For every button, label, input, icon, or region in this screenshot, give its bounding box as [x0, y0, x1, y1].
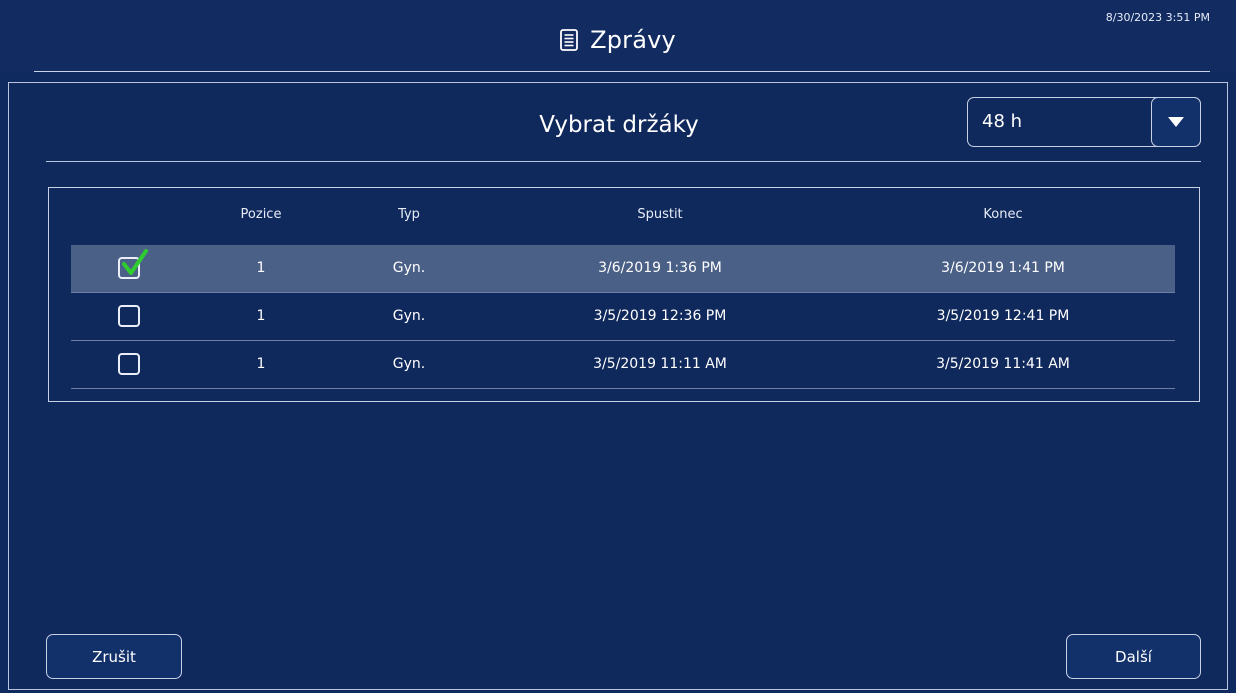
cell-position: 1 — [256, 356, 266, 372]
clock: 8/30/2023 3:51 PM — [1105, 11, 1210, 24]
table-row[interactable]: 1 Gyn. 3/6/2019 1:36 PM 3/6/2019 1:41 PM — [71, 245, 1175, 293]
cell-type: Gyn. — [392, 356, 426, 372]
checkmark-icon — [122, 249, 148, 275]
column-header-end: Konec — [983, 207, 1023, 222]
next-button[interactable]: Další — [1066, 634, 1201, 679]
row-checkbox[interactable] — [118, 305, 140, 327]
cell-end: 3/6/2019 1:41 PM — [941, 260, 1065, 276]
column-header-start: Spustit — [637, 207, 683, 222]
cell-end: 3/5/2019 11:41 AM — [936, 356, 1070, 372]
row-checkbox[interactable] — [118, 353, 140, 375]
cell-position: 1 — [256, 308, 266, 324]
cell-type: Gyn. — [392, 308, 426, 324]
page-title-text: Zprávy — [590, 26, 676, 54]
dropdown-button[interactable] — [1151, 97, 1201, 147]
time-range-value: 48 h — [982, 111, 1023, 132]
cancel-button[interactable]: Zrušit — [46, 634, 182, 679]
reports-screen: Zprávy 8/30/2023 3:51 PM Vybrat držáky 4… — [0, 0, 1236, 693]
cell-start: 3/5/2019 11:11 AM — [593, 356, 727, 372]
cell-start: 3/6/2019 1:36 PM — [598, 260, 722, 276]
column-header-position: Pozice — [240, 207, 282, 222]
column-header-type: Typ — [398, 207, 420, 222]
cell-end: 3/5/2019 12:41 PM — [936, 308, 1070, 324]
dropdown-triangle-icon — [1168, 117, 1184, 127]
cell-type: Gyn. — [392, 260, 426, 276]
table-row[interactable]: 1 Gyn. 3/5/2019 11:11 AM 3/5/2019 11:41 … — [71, 341, 1175, 389]
header-bar: Zprávy 8/30/2023 3:51 PM — [0, 0, 1236, 72]
holders-table: Pozice Typ Spustit Konec 1 Gyn. 3/6/2019… — [48, 187, 1200, 402]
header-divider — [34, 71, 1210, 72]
table-header: Pozice Typ Spustit Konec — [71, 188, 1175, 246]
page-title: Zprávy — [0, 26, 1236, 54]
time-range-select[interactable]: 48 h — [967, 97, 1201, 147]
cell-start: 3/5/2019 12:36 PM — [593, 308, 727, 324]
row-checkbox[interactable] — [118, 249, 148, 279]
document-icon — [560, 29, 578, 51]
cell-position: 1 — [256, 260, 266, 276]
select-holders-panel: Vybrat držáky 48 h Pozice Typ Spustit Ko… — [8, 82, 1228, 690]
panel-divider — [46, 161, 1201, 162]
table-row[interactable]: 1 Gyn. 3/5/2019 12:36 PM 3/5/2019 12:41 … — [71, 293, 1175, 341]
